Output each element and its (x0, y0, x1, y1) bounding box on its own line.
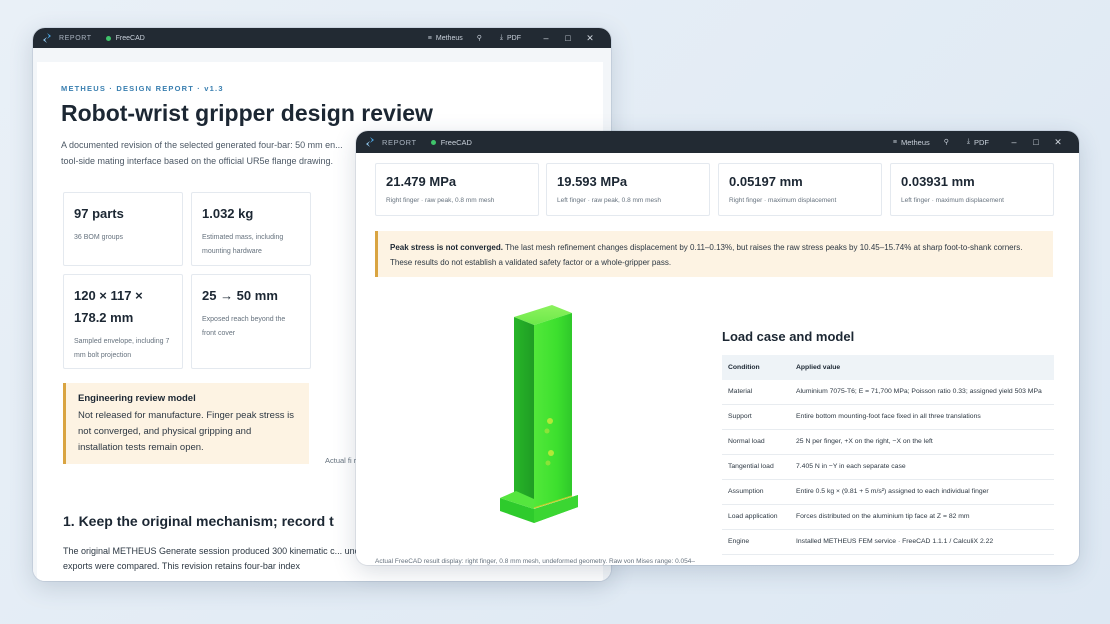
tab-freecad[interactable]: FreeCAD (116, 35, 145, 42)
table-cell: Material (722, 380, 790, 405)
maximize-button[interactable]: □ (1025, 137, 1047, 147)
engineering-note: Engineering review model Not released fo… (63, 383, 309, 464)
metheus-button[interactable]: ≡ Metheus (893, 138, 930, 147)
metheus-logo-icon (366, 137, 374, 147)
table-row: Assumption Entire 0.5 kg × (9.81 + 5 m/s… (722, 479, 1054, 505)
menu-lines-icon: ≡ (427, 34, 432, 42)
titlebar: REPORT FreeCAD ≡ Metheus ⚲ ⤓ PDF – □ ✕ (33, 28, 611, 48)
tab-freecad[interactable]: FreeCAD (441, 138, 472, 147)
pdf-button[interactable]: ⤓ PDF (967, 138, 989, 147)
metheus-logo-icon (43, 33, 51, 43)
metric-card-right-displacement: 0.05197 mm Right finger · maximum displa… (718, 163, 882, 216)
status-dot-icon (430, 139, 436, 145)
table-row: Normal load 25 N per finger, +X on the r… (722, 429, 1054, 455)
menu-lines-icon: ≡ (892, 138, 897, 146)
window-body: 21.479 MPa Right finger · raw peak, 0.8 … (356, 153, 1079, 565)
lead-paragraph: A documented revision of the selected ge… (61, 140, 343, 166)
tab-report[interactable]: REPORT (59, 35, 92, 42)
close-button[interactable]: ✕ (1047, 137, 1069, 148)
metric-card-left-displacement: 0.03931 mm Left finger · maximum displac… (890, 163, 1054, 216)
table-cell: Support (722, 404, 790, 430)
table-cell: Aluminium 7075-T6; E = 71,700 MPa; Poiss… (790, 380, 1054, 405)
table-row: Load application Forces distributed on t… (722, 504, 1054, 530)
pin-icon: ⚲ (476, 35, 482, 42)
close-button[interactable]: ✕ (579, 33, 601, 44)
report-window-front: REPORT FreeCAD ≡ Metheus ⚲ ⤓ PDF – □ ✕ 21.… (356, 131, 1079, 565)
column-header: Applied value (790, 355, 1054, 380)
table-row: Tangential load 7.405 N in −Y in each se… (722, 454, 1054, 480)
fem-result-image (500, 305, 578, 523)
pin-button[interactable]: ⚲ (477, 34, 486, 42)
table-cell: 7.405 N in −Y in each separate case (790, 454, 1054, 480)
maximize-button[interactable]: □ (557, 33, 579, 43)
table-cell: Entire 0.5 kg × (9.81 + 5 m/s²) assigned… (790, 479, 1054, 505)
metheus-button[interactable]: ≡ Metheus (428, 35, 463, 42)
section-heading: Load case and model (722, 329, 855, 344)
metric-card-right-stress: 21.479 MPa Right finger · raw peak, 0.8 … (375, 163, 539, 216)
stat-card-envelope: 120 × 117 × 178.2 mm Sampled envelope, i… (63, 274, 183, 369)
section-heading: 1. Keep the original mechanism; record t (63, 513, 334, 529)
table-cell: Forces distributed on the aluminium tip … (790, 504, 1054, 530)
metric-card-left-stress: 19.593 MPa Left finger · raw peak, 0.8 m… (546, 163, 710, 216)
table-row: Support Entire bottom mounting-foot face… (722, 404, 1054, 430)
table-row: Engine Installed METHEUS FEM service · F… (722, 529, 1054, 555)
table-header-row: Condition Applied value (722, 355, 1054, 380)
minimize-button[interactable]: – (1003, 137, 1025, 147)
pin-button[interactable]: ⚲ (944, 138, 953, 146)
fem-caption: Actual FreeCAD result display: right fin… (375, 558, 695, 565)
table-cell: Normal load (722, 429, 790, 455)
status-dot-icon (105, 35, 111, 41)
table-cell: Entire bottom mounting-foot face fixed i… (790, 404, 1054, 430)
table-cell: 25 N per finger, +X on the right, −X on … (790, 429, 1054, 455)
table-cell: Engine (722, 529, 790, 555)
convergence-warning: Peak stress is not converged. The last m… (375, 231, 1053, 277)
pdf-button[interactable]: ⤓ PDF (500, 34, 521, 42)
download-icon: ⤓ (499, 34, 503, 41)
column-header: Condition (722, 355, 790, 380)
pin-icon: ⚲ (943, 139, 949, 146)
table-cell: Load application (722, 504, 790, 530)
download-icon: ⤓ (966, 138, 970, 145)
minimize-button[interactable]: – (535, 33, 557, 43)
stat-card-mass: 1.032 kg Estimated mass, including mount… (191, 192, 311, 266)
tab-report[interactable]: REPORT (382, 138, 417, 147)
load-case-table: Condition Applied value Material Alumini… (722, 355, 1054, 555)
titlebar: REPORT FreeCAD ≡ Metheus ⚲ ⤓ PDF – □ ✕ (356, 131, 1079, 153)
table-cell: Installed METHEUS FEM service · FreeCAD … (790, 529, 1054, 555)
table-cell: Tangential load (722, 454, 790, 480)
stat-card-parts: 97 parts 36 BOM groups (63, 192, 183, 266)
stat-card-reach: 25 → 50 mm Exposed reach beyond the fron… (191, 274, 311, 369)
table-row: Material Aluminium 7075-T6; E = 71,700 M… (722, 380, 1054, 405)
page-title: Robot-wrist gripper design review (61, 100, 433, 126)
table-cell: Assumption (722, 479, 790, 505)
report-kicker: METHEUS · DESIGN REPORT · v1.3 (61, 84, 224, 93)
